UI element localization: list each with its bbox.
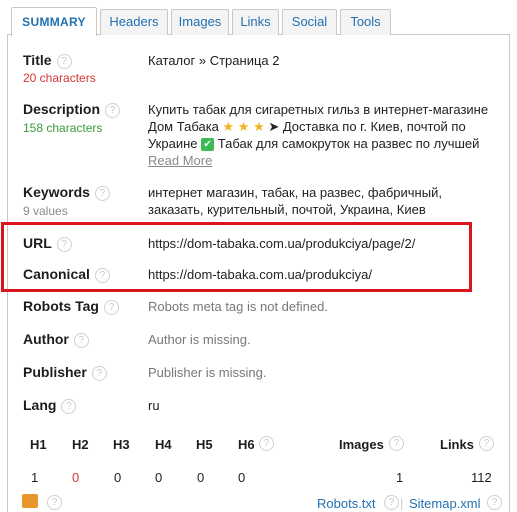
- help-icon[interactable]: ?: [479, 436, 494, 451]
- title-char-count: 20 characters: [23, 71, 96, 85]
- help-icon[interactable]: ?: [61, 398, 77, 414]
- help-icon[interactable]: ?: [47, 495, 62, 510]
- h3-header: H3: [113, 437, 130, 452]
- title-label: Title: [23, 52, 52, 68]
- h4-count: 0: [155, 470, 163, 485]
- images-count: 1: [396, 470, 404, 485]
- robots-txt-link[interactable]: Robots.txt: [317, 496, 376, 511]
- description-text: Табак для самокруток на развес по лучшей: [217, 136, 480, 151]
- description-char-count: 158 characters: [23, 121, 103, 135]
- publisher-value: Publisher is missing.: [148, 365, 267, 380]
- checkmark-icon: ✔: [201, 138, 215, 152]
- tab-headers[interactable]: Headers: [100, 9, 168, 35]
- tab-links[interactable]: Links: [232, 9, 279, 35]
- description-text: Украине: [148, 136, 198, 151]
- h1-count: 1: [31, 470, 39, 485]
- h3-count: 0: [114, 470, 122, 485]
- h4-header: H4: [155, 437, 172, 452]
- chart-icon[interactable]: [22, 494, 38, 508]
- help-icon[interactable]: ?: [259, 436, 274, 451]
- robots-tag-label: Robots Tag: [23, 298, 99, 314]
- description-text: ➤ Доставка по г. Киев, почтой по: [268, 119, 466, 134]
- keywords-count: 9 values: [23, 204, 68, 218]
- robots-tag-value: Robots meta tag is not defined.: [148, 299, 328, 314]
- title-value: Каталог » Страница 2: [148, 53, 280, 68]
- h6-header: H6: [238, 437, 255, 452]
- author-row: Author? Author is missing.: [23, 331, 499, 351]
- help-icon[interactable]: ?: [103, 299, 119, 315]
- lang-value: ru: [148, 398, 160, 413]
- separator: |: [400, 496, 404, 511]
- star-icon: ★ ★ ★: [222, 119, 265, 134]
- author-value: Author is missing.: [148, 332, 251, 347]
- help-icon[interactable]: ?: [73, 332, 89, 348]
- help-icon[interactable]: ?: [384, 495, 399, 510]
- tab-tools[interactable]: Tools: [340, 9, 391, 35]
- h1-header: H1: [30, 437, 47, 452]
- tab-summary[interactable]: SUMMARY: [11, 7, 97, 36]
- images-header: Images: [339, 437, 384, 452]
- author-label: Author: [23, 331, 69, 347]
- sitemap-xml-link[interactable]: Sitemap.xml: [409, 496, 481, 511]
- description-line: Украине ✔ Табак для самокруток на развес…: [148, 135, 498, 152]
- help-icon[interactable]: ?: [487, 495, 502, 510]
- highlight-box: [1, 222, 472, 292]
- title-row: Title? 20 characters Каталог » Страница …: [23, 52, 499, 92]
- help-icon[interactable]: ?: [105, 102, 121, 118]
- description-label: Description: [23, 101, 101, 117]
- keywords-label: Keywords: [23, 184, 90, 200]
- help-icon[interactable]: ?: [94, 185, 110, 201]
- lang-label: Lang: [23, 397, 57, 413]
- tab-social[interactable]: Social: [282, 9, 337, 35]
- publisher-label: Publisher: [23, 364, 87, 380]
- tab-bar: SUMMARY Headers Images Links Social Tool…: [7, 7, 510, 36]
- help-icon[interactable]: ?: [91, 365, 107, 381]
- help-icon[interactable]: ?: [389, 436, 404, 451]
- publisher-row: Publisher? Publisher is missing.: [23, 364, 499, 384]
- description-line: Дом Табака ★ ★ ★ ➤ Доставка по г. Киев, …: [148, 118, 498, 135]
- keywords-value: интернет магазин, табак, на развес, фабр…: [148, 185, 442, 217]
- lang-row: Lang? ru: [23, 397, 499, 417]
- links-header: Links: [440, 437, 474, 452]
- h5-count: 0: [197, 470, 205, 485]
- tab-images[interactable]: Images: [171, 9, 229, 35]
- robots-tag-row: Robots Tag? Robots meta tag is not defin…: [23, 298, 499, 318]
- h6-count: 0: [238, 470, 246, 485]
- description-line: Купить табак для сигаретных гильз в инте…: [148, 102, 489, 117]
- h5-header: H5: [196, 437, 213, 452]
- h2-header: H2: [72, 437, 89, 452]
- read-more-link[interactable]: Read More: [148, 153, 212, 168]
- help-icon[interactable]: ?: [56, 53, 72, 69]
- keywords-row: Keywords? 9 values интернет магазин, таб…: [23, 184, 499, 224]
- description-row: Description? 158 characters Купить табак…: [23, 101, 499, 171]
- description-value: Купить табак для сигаретных гильз в инте…: [148, 101, 498, 169]
- h2-count: 0: [72, 470, 80, 485]
- description-text: Дом Табака: [148, 119, 219, 134]
- links-count: 112: [471, 470, 492, 485]
